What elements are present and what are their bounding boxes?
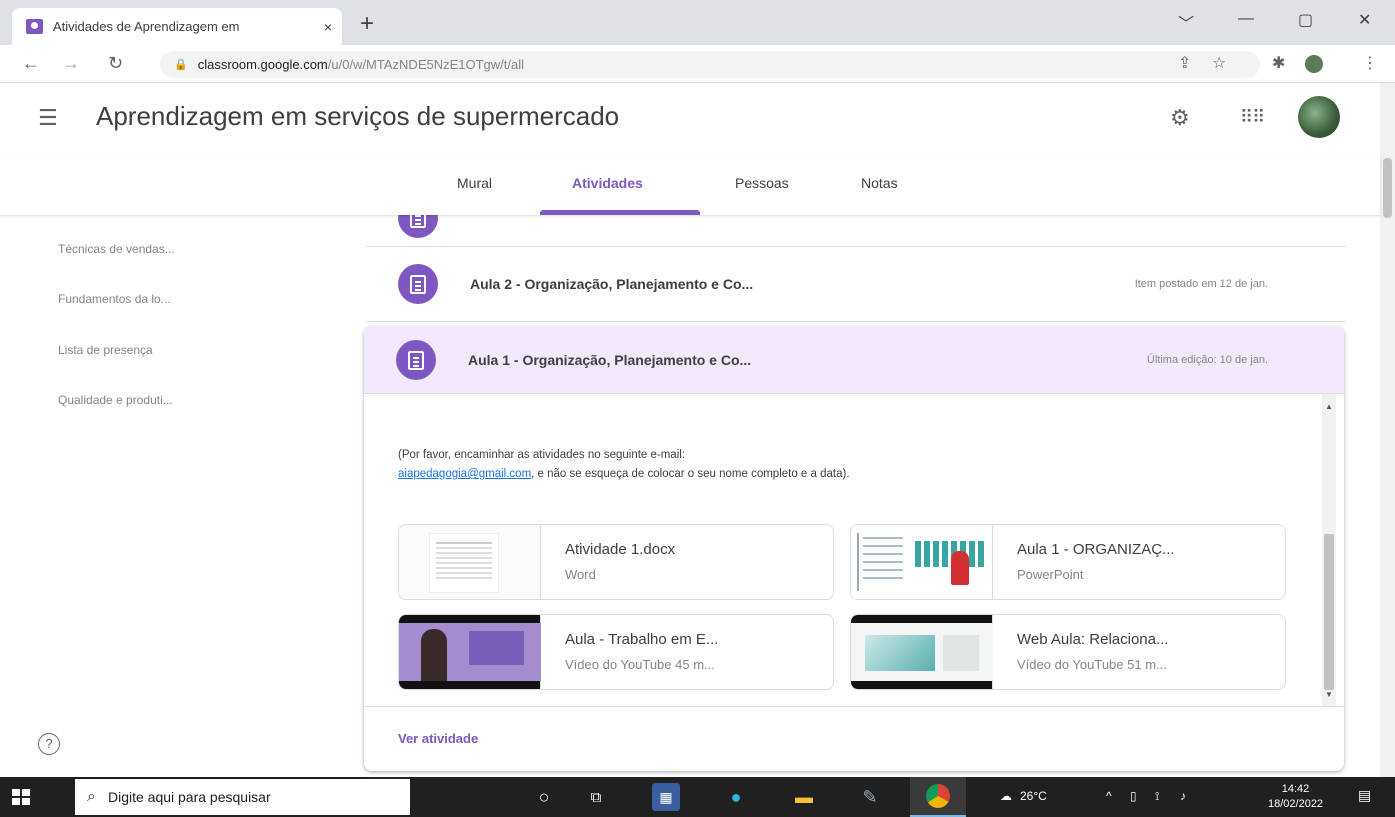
item-title: Aula 2 - Organização, Planejamento e Co.…	[470, 276, 754, 292]
attachment-type: Vídeo do YouTube 51 m...	[1017, 657, 1167, 672]
list-item[interactable]: Aula 2 - Organização, Planejamento e Co.…	[366, 247, 1346, 322]
chevron-up-icon[interactable]: ^	[1106, 789, 1112, 803]
user-avatar[interactable]	[1298, 96, 1340, 138]
weather-temp[interactable]: 26°C	[1020, 789, 1047, 803]
description-text-2: , e não se esqueça de colocar o seu nome…	[531, 468, 850, 480]
assignment-icon	[398, 264, 438, 304]
help-icon[interactable]: ?	[38, 733, 60, 755]
tab-mural[interactable]: Mural	[457, 175, 492, 191]
network-icon[interactable]: ⟟	[1155, 789, 1159, 804]
browser-tab-title: Atividades de Aprendizagem em	[53, 19, 240, 34]
taskbar-app-icon[interactable]: ▦	[652, 783, 680, 811]
address-bar-row: ← → ↻ 🔒 classroom.google.com /u/0/w/MTAz…	[0, 45, 1395, 83]
attachment-card[interactable]: Atividade 1.docx Word	[398, 524, 834, 600]
email-link[interactable]: aiapedagogia@gmail.com	[398, 468, 531, 480]
bookmark-star-icon[interactable]: ☆	[1212, 53, 1226, 73]
attachment-card[interactable]: Web Aula: Relaciona... Vídeo do YouTube …	[850, 614, 1286, 690]
assignment-icon	[396, 340, 436, 380]
expanded-item-body: (Por favor, encaminhar as atividades no …	[364, 394, 1344, 706]
lock-icon: 🔒	[174, 59, 188, 71]
document-thumbnail	[399, 525, 541, 599]
edge-icon[interactable]: ●	[722, 783, 750, 811]
menu-icon[interactable]: ☰	[38, 105, 58, 131]
tab-atividades[interactable]: Atividades	[572, 175, 643, 191]
battery-icon[interactable]: ▯	[1130, 789, 1137, 803]
weather-icon[interactable]: ☁	[1000, 789, 1012, 803]
topic-lista-de-presenca[interactable]: Lista de presença	[58, 343, 153, 357]
attachment-name: Atividade 1.docx	[565, 541, 676, 558]
attachment-card[interactable]: Aula 1 - ORGANIZAÇ... PowerPoint	[850, 524, 1286, 600]
maximize-button[interactable]: ▢	[1298, 10, 1313, 30]
video-thumbnail	[851, 615, 993, 689]
expanded-item-card: Aula 1 - Organização, Planejamento e Co.…	[364, 326, 1344, 771]
clock-time: 14:42	[1281, 783, 1310, 795]
task-view-icon[interactable]: ⧉	[582, 783, 610, 811]
settings-icon[interactable]: ⚙	[1170, 105, 1190, 131]
url-path: /u/0/w/MTAzNDE5NzE1OTgw/t/all	[327, 57, 525, 72]
share-icon[interactable]: ⇪	[1178, 53, 1191, 73]
paint-icon[interactable]: ✎	[856, 783, 884, 811]
taskbar-clock[interactable]: 14:42 18/02/2022	[1268, 782, 1323, 812]
expanded-scrollbar[interactable]: ▲ ▼	[1322, 394, 1336, 706]
browser-tab[interactable]: Atividades de Aprendizagem em ×	[12, 8, 342, 45]
search-icon: ⌕	[87, 788, 96, 805]
notifications-icon[interactable]: ▤	[1358, 787, 1371, 804]
expanded-item-footer: Ver atividade	[364, 706, 1344, 771]
close-tab-icon[interactable]: ×	[324, 19, 332, 35]
file-explorer-icon[interactable]: ▬	[790, 783, 818, 811]
topic-qualidade[interactable]: Qualidade e produti...	[58, 393, 173, 407]
minimize-button[interactable]: —	[1238, 10, 1254, 28]
windows-icon[interactable]	[12, 789, 30, 805]
item-description: (Por favor, encaminhar as atividades no …	[398, 446, 958, 484]
attachment-card[interactable]: Aula - Trabalho em E... Vídeo do YouTube…	[398, 614, 834, 690]
browser-tab-bar: Atividades de Aprendizagem em × + ﹀ — ▢ …	[0, 0, 1395, 45]
clock-date: 18/02/2022	[1268, 798, 1324, 810]
item-title: Aula 1 - Organização, Planejamento e Co.…	[468, 352, 752, 368]
attachment-name: Aula - Trabalho em E...	[565, 631, 719, 648]
extensions-icon[interactable]: ✱	[1272, 53, 1285, 73]
forward-icon[interactable]: →	[62, 53, 80, 74]
url-host: classroom.google.com	[197, 57, 328, 72]
cortana-icon[interactable]: ○	[530, 783, 558, 811]
active-tab-indicator	[540, 210, 700, 215]
close-window-button[interactable]: ✕	[1358, 10, 1371, 30]
taskbar-search-placeholder: Digite aqui para pesquisar	[107, 789, 271, 805]
class-tabs: Mural Atividades Pessoas Notas	[0, 155, 1380, 215]
topic-fundamentos[interactable]: Fundamentos da lo...	[58, 292, 171, 306]
expanded-item-header[interactable]: Aula 1 - Organização, Planejamento e Co.…	[364, 326, 1344, 394]
windows-taskbar: ⌕ Digite aqui para pesquisar ○ ⧉ ▦ ● ▬ ✎…	[0, 777, 1395, 817]
new-tab-button[interactable]: +	[360, 10, 374, 38]
more-menu-icon[interactable]: ⋮	[1362, 53, 1378, 73]
classroom-favicon-icon	[26, 19, 43, 34]
topic-tecnicas-de-vendas[interactable]: Técnicas de vendas...	[58, 242, 175, 256]
video-thumbnail	[399, 615, 541, 689]
attachment-type: Word	[565, 567, 596, 582]
class-title[interactable]: Aprendizagem em serviços de supermercado	[96, 101, 619, 132]
tab-notas[interactable]: Notas	[861, 175, 898, 191]
attachment-type: PowerPoint	[1017, 567, 1084, 582]
reload-icon[interactable]: ↻	[108, 53, 123, 74]
attachment-type: Vídeo do YouTube 45 m...	[565, 657, 715, 672]
expanded-scrollbar-thumb[interactable]	[1324, 534, 1334, 690]
classroom-app-bar: ☰ Aprendizagem em serviços de supermerca…	[0, 83, 1380, 155]
back-icon[interactable]: ←	[22, 53, 40, 74]
item-meta: Última edição: 10 de jan.	[1146, 354, 1268, 366]
tab-pessoas[interactable]: Pessoas	[735, 175, 789, 191]
page-scrollbar-thumb[interactable]	[1383, 158, 1392, 218]
description-text-1: (Por favor, encaminhar as atividades no …	[398, 449, 686, 461]
attachment-name: Web Aula: Relaciona...	[1017, 631, 1169, 648]
page-scrollbar[interactable]	[1380, 83, 1395, 777]
profile-avatar-icon[interactable]	[1305, 55, 1323, 73]
tab-search-icon[interactable]: ﹀	[1178, 10, 1194, 34]
apps-grid-icon[interactable]: ⠿⠿	[1240, 107, 1265, 128]
attachment-name: Aula 1 - ORGANIZAÇ...	[1017, 541, 1175, 558]
presentation-thumbnail	[851, 525, 993, 599]
taskbar-search-input[interactable]: ⌕ Digite aqui para pesquisar	[75, 779, 410, 815]
chrome-taskbar-button[interactable]	[910, 777, 966, 817]
volume-icon[interactable]: ♪	[1180, 789, 1186, 803]
view-assignment-link[interactable]: Ver atividade	[398, 731, 478, 746]
item-meta: Item postado em 12 de jan.	[1134, 278, 1268, 290]
url-field[interactable]: 🔒 classroom.google.com /u/0/w/MTAzNDE5Nz…	[160, 51, 1260, 78]
